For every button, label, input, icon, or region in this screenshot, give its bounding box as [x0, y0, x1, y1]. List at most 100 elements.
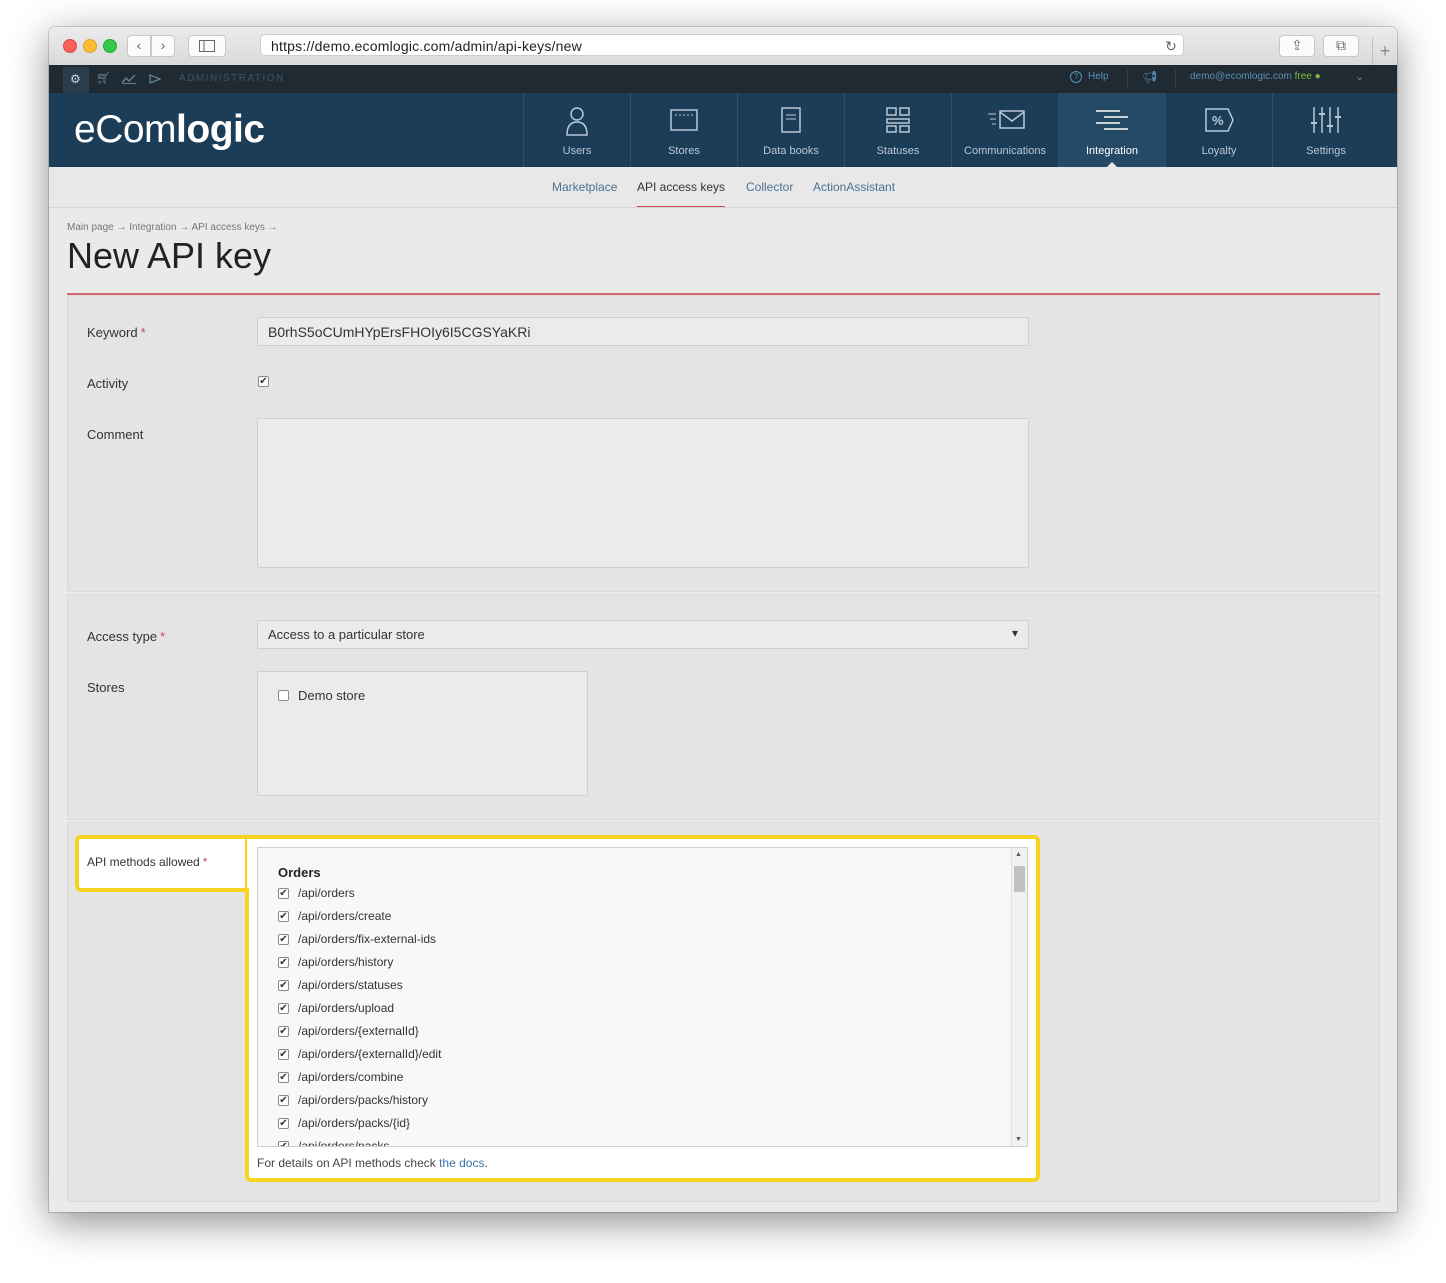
api-methods-label-text: API methods allowed [87, 855, 200, 869]
nav-label: Loyalty [1201, 145, 1237, 157]
tab-marketplace[interactable]: Marketplace [552, 180, 617, 194]
method-checkbox[interactable]: ✔ [278, 1072, 289, 1083]
show-tabs-button[interactable]: ⧉ [1323, 35, 1359, 57]
nav-label: Integration [1086, 145, 1138, 157]
group-title-orders: Orders [278, 865, 321, 880]
method-label: /api/orders/statuses [298, 978, 403, 992]
nav-statuses[interactable]: Statuses [844, 93, 951, 167]
access-type-select[interactable]: Access to a particular store ▾ [257, 620, 1029, 649]
new-tab-button[interactable]: + [1372, 37, 1397, 65]
method-label: /api/orders/history [298, 955, 394, 969]
activity-checkbox[interactable]: ✔ [258, 376, 269, 387]
access-type-label: Access type * [87, 629, 165, 644]
nav-loyalty[interactable]: % Loyalty [1165, 93, 1272, 167]
method-checkbox[interactable]: ✔ [278, 980, 289, 991]
logo[interactable]: eComlogic [74, 108, 265, 152]
docs-note: For details on API methods check the doc… [257, 1156, 488, 1170]
method-checkbox[interactable]: ✔ [278, 1003, 289, 1014]
method-label: /api/orders/upload [298, 1001, 395, 1015]
sidebar-toggle-button[interactable] [188, 35, 226, 57]
close-window-button[interactable] [63, 39, 77, 53]
analytics-icon[interactable] [122, 74, 136, 84]
chevron-down-icon[interactable]: ⌄ [1355, 70, 1364, 83]
nav-stores[interactable]: Stores [630, 93, 737, 167]
required-marker: * [160, 629, 166, 644]
nav-label: Statuses [876, 145, 920, 157]
nav-integration[interactable]: Integration [1058, 93, 1165, 167]
scroll-up-icon[interactable]: ▲ [1015, 851, 1022, 858]
forward-button[interactable]: › [151, 35, 175, 57]
method-checkbox[interactable]: ✔ [278, 934, 289, 945]
docs-note-suffix: . [484, 1156, 488, 1170]
scroll-down-icon[interactable]: ▼ [1015, 1136, 1022, 1143]
api-methods-listbox[interactable]: Orders ✔/api/orders ✔/api/orders/create … [257, 847, 1028, 1147]
method-label: /api/orders/{externalId}/edit [298, 1047, 442, 1061]
nav-users[interactable]: Users [523, 93, 630, 167]
topbar-divider [1175, 70, 1176, 88]
logo-light: eCom [74, 108, 177, 151]
svg-text:%: % [1212, 113, 1224, 128]
nav-label: Settings [1306, 145, 1346, 157]
user-email: demo@ecomlogic.com [1190, 71, 1292, 82]
method-checkbox[interactable]: ✔ [278, 957, 289, 968]
play-icon[interactable] [149, 74, 161, 84]
method-checkbox[interactable]: ✔ [278, 888, 289, 899]
method-checkbox[interactable]: ✔ [278, 1141, 289, 1146]
method-checkbox[interactable]: ✔ [278, 1049, 289, 1060]
method-checkbox[interactable]: ✔ [278, 1095, 289, 1106]
activity-label: Activity [87, 376, 129, 391]
browser-toolbar: ‹ › https://demo.ecomlogic.com/admin/api… [49, 27, 1397, 66]
share-icon: ⇪ [1291, 37, 1303, 53]
keyword-label-text: Keyword [87, 325, 138, 340]
status-dot-icon: ● [1314, 71, 1321, 82]
plus-icon: + [1379, 41, 1391, 61]
admin-gear-tab[interactable]: ⚙ [63, 67, 89, 93]
browser-window: ‹ › https://demo.ecomlogic.com/admin/api… [49, 27, 1397, 1212]
chevron-left-icon: ‹ [136, 37, 142, 53]
minimize-window-button[interactable] [83, 39, 97, 53]
docs-note-text: For details on API methods check [257, 1156, 440, 1170]
chevron-right-icon: › [160, 37, 166, 53]
back-button[interactable]: ‹ [127, 35, 151, 57]
reload-icon[interactable]: ↻ [1165, 35, 1177, 57]
cart-icon[interactable]: 🛒︎ [96, 71, 111, 85]
nav-data-books[interactable]: Data books [737, 93, 844, 167]
method-label: /api/orders [298, 886, 355, 900]
sliders-icon [1311, 107, 1341, 133]
access-panel: Access type * Access to a particular stor… [67, 594, 1380, 820]
stores-listbox[interactable]: Demo store [257, 671, 588, 796]
integration-icon [1096, 110, 1128, 130]
required-marker: * [140, 325, 146, 340]
main-header: eComlogic Users Stores Data books Status… [49, 93, 1397, 167]
nav-settings[interactable]: Settings [1272, 93, 1379, 167]
docs-link[interactable]: the docs [439, 1156, 484, 1170]
nav-communications[interactable]: Communications [951, 93, 1058, 167]
breadcrumb[interactable]: Main page → Integration → API access key… [67, 222, 278, 233]
method-checkbox[interactable]: ✔ [278, 911, 289, 922]
tab-api-access-keys[interactable]: API access keys [637, 180, 726, 207]
tab-collector[interactable]: Collector [746, 180, 793, 194]
method-checkbox[interactable]: ✔ [278, 1026, 289, 1037]
store-checkbox[interactable] [278, 690, 289, 701]
comment-textarea[interactable] [257, 418, 1029, 568]
nav-label: Data books [763, 145, 819, 157]
scroll-thumb[interactable] [1014, 866, 1025, 892]
general-panel: Keyword * B0rhS5oCUmHYpErsFHOIy6I5CGSYaKR… [67, 295, 1380, 592]
help-link[interactable]: ? Help [1070, 71, 1109, 83]
keyword-input[interactable]: B0rhS5oCUmHYpErsFHOIy6I5CGSYaKRi [257, 317, 1029, 346]
method-checkbox[interactable]: ✔ [278, 1118, 289, 1129]
megaphone-icon[interactable]: 📢︎ [1142, 70, 1157, 84]
statuses-icon [886, 107, 910, 133]
sidebar-icon [199, 40, 215, 52]
address-bar[interactable]: https://demo.ecomlogic.com/admin/api-key… [260, 34, 1184, 56]
share-button[interactable]: ⇪ [1279, 35, 1315, 57]
page-title: New API key [67, 235, 272, 276]
list-scrollbar[interactable]: ▲ ▼ [1011, 848, 1027, 1146]
zoom-window-button[interactable] [103, 39, 117, 53]
tab-actionassistant[interactable]: ActionAssistant [813, 180, 895, 194]
method-label: /api/orders/packs/{id} [298, 1116, 411, 1130]
method-label: /api/orders/{externalId} [298, 1024, 419, 1038]
method-label: /api/orders/create [298, 909, 392, 923]
user-menu[interactable]: demo@ecomlogic.com free ● [1190, 71, 1321, 82]
checkmark-icon: ✔ [259, 376, 268, 387]
